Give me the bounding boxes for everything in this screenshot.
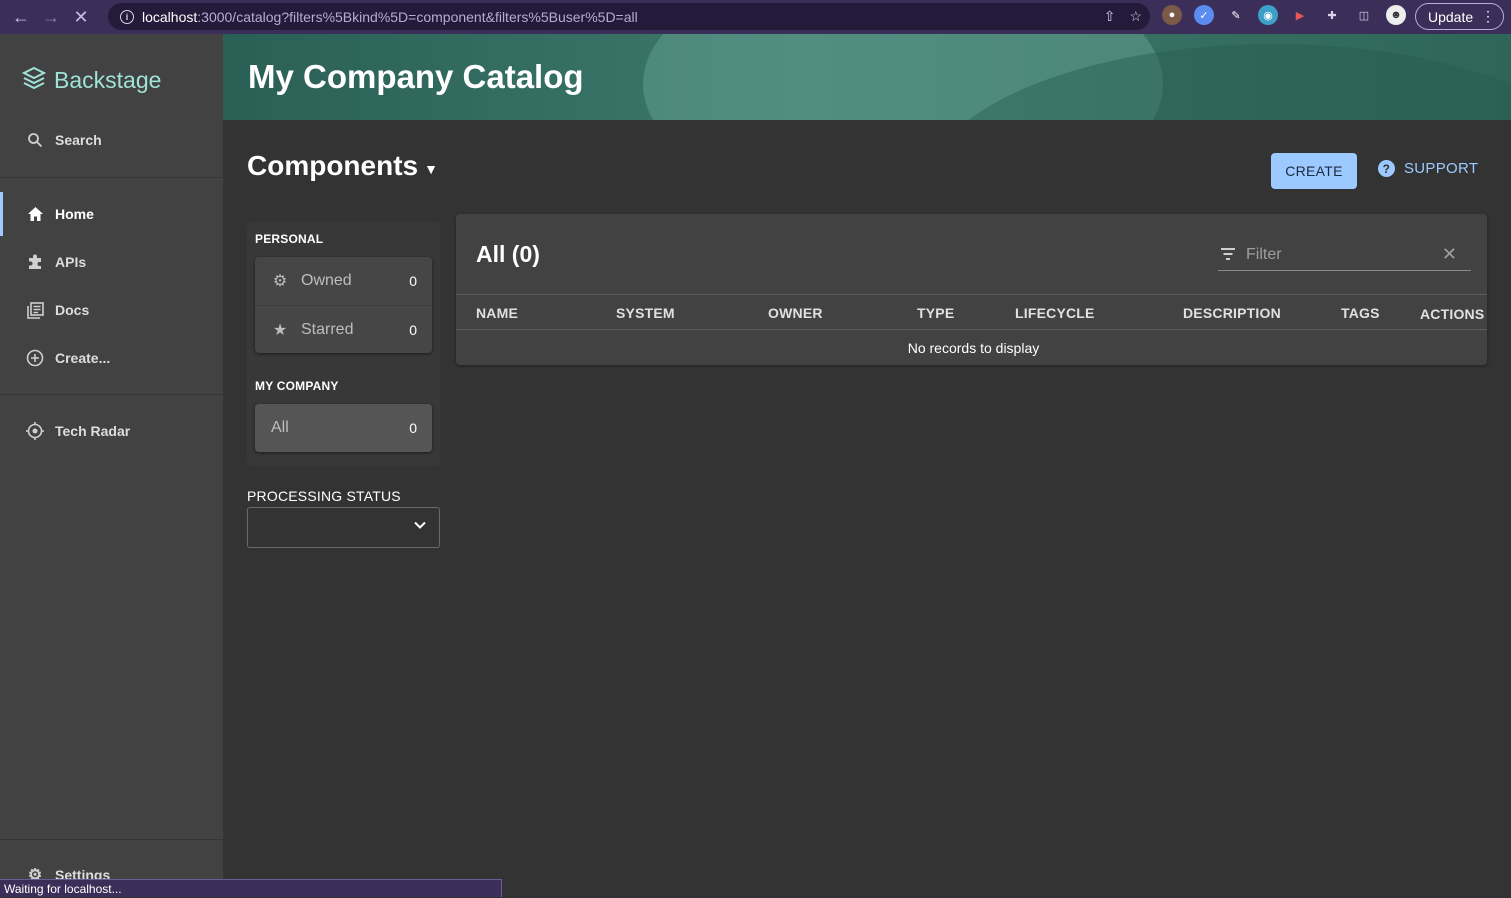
filter-starred[interactable]: ★ Starred 0 (255, 305, 432, 353)
sidebar-search[interactable]: Search (0, 118, 223, 162)
browser-status-bar: Waiting for localhost... (0, 879, 502, 897)
filter-group-personal: PERSONAL (255, 232, 324, 246)
sidebar-item-create[interactable]: Create... (0, 336, 223, 380)
personal-filter-list: ⚙ Owned 0 ★ Starred 0 (255, 257, 432, 353)
filter-starred-count: 0 (409, 321, 417, 338)
star-icon: ★ (272, 321, 288, 339)
filter-all[interactable]: All 0 (255, 404, 432, 452)
sidebar-divider (0, 839, 223, 840)
bookmark-star-icon[interactable]: ☆ (1129, 8, 1142, 25)
share-icon[interactable]: ⇧ (1104, 8, 1116, 25)
extension-icons: ● ✓ ✎ ◉ ▶ ✚ ◫ ☻ (1162, 5, 1406, 25)
logo-text: Backstage (54, 66, 162, 93)
filter-all-label: All (271, 419, 289, 436)
column-header-actions: ACTIONS (1420, 306, 1485, 322)
stop-loading-icon[interactable]: ✕ (66, 2, 96, 32)
create-button[interactable]: CREATE (1271, 153, 1357, 189)
column-header-type[interactable]: TYPE (917, 305, 954, 321)
extension-icon[interactable]: ◉ (1258, 5, 1278, 25)
table-header: NAME SYSTEM OWNER TYPE LIFECYCLE DESCRIP… (456, 294, 1487, 330)
column-header-name[interactable]: NAME (476, 305, 518, 321)
help-icon: ? (1378, 160, 1395, 177)
table-filter-input[interactable] (1246, 243, 1436, 267)
sidebar-item-docs[interactable]: Docs (0, 288, 223, 332)
empty-state-message: No records to display (907, 340, 1040, 356)
table-title: All (0) (476, 241, 540, 267)
search-icon (26, 131, 44, 149)
more-vert-icon[interactable]: ⋮ (1481, 8, 1495, 25)
puzzle-icon[interactable]: ✚ (1322, 5, 1342, 25)
processing-status-select[interactable] (247, 507, 440, 548)
sidebar-item-label: APIs (55, 254, 87, 270)
filter-list-icon (1221, 248, 1235, 260)
column-header-tags[interactable]: TAGS (1341, 305, 1380, 321)
filter-starred-label: Starred (301, 320, 354, 338)
sidebar-item-apis[interactable]: APIs (0, 240, 223, 284)
support-button[interactable]: ? SUPPORT (1378, 160, 1478, 177)
company-filter-list: All 0 (255, 404, 432, 452)
forward-arrow-icon[interactable]: → (36, 2, 66, 32)
filter-owned-label: Owned (301, 272, 352, 289)
page-header: My Company Catalog (223, 34, 1511, 120)
sidebar-item-label: Tech Radar (55, 423, 131, 439)
filter-owned-count: 0 (409, 273, 417, 289)
sidebar-item-label: Docs (55, 302, 90, 318)
profile-avatar[interactable]: ☻ (1386, 5, 1406, 25)
url-path: :3000/catalog?filters%5Bkind%5D=componen… (197, 8, 638, 25)
back-arrow-icon[interactable]: ← (6, 2, 36, 32)
chevron-down-icon (414, 521, 426, 529)
filter-group-company: MY COMPANY (255, 379, 339, 393)
column-header-system[interactable]: SYSTEM (616, 305, 675, 321)
update-label: Update (1428, 8, 1474, 25)
sidepanel-icon[interactable]: ◫ (1354, 5, 1374, 25)
caret-down-icon: ▼ (424, 161, 438, 177)
home-icon (26, 205, 44, 223)
sidebar-item-label: Create... (55, 350, 111, 366)
sidebar: Backstage Search Home APIs Docs Create..… (0, 34, 223, 897)
add-circle-icon (26, 349, 44, 367)
extension-icon[interactable]: ✓ (1194, 5, 1214, 25)
docs-icon (26, 301, 44, 319)
address-bar[interactable]: i localhost:3000/catalog?filters%5Bkind%… (108, 3, 1150, 30)
sidebar-search-label: Search (55, 132, 102, 148)
column-header-owner[interactable]: OWNER (768, 305, 823, 321)
radar-icon (26, 422, 44, 440)
column-header-lifecycle[interactable]: LIFECYCLE (1015, 305, 1095, 321)
backstage-logo-icon (22, 66, 46, 90)
clear-icon[interactable]: ✕ (1442, 244, 1457, 265)
filter-owned[interactable]: ⚙ Owned 0 (255, 257, 432, 305)
backstage-logo[interactable]: Backstage (22, 66, 161, 94)
extension-icon[interactable]: ▶ (1290, 5, 1310, 25)
processing-status-label: PROCESSING STATUS (247, 488, 401, 504)
user-list-picker: PERSONAL ⚙ Owned 0 ★ Starred 0 MY COMPAN… (247, 222, 440, 466)
info-icon[interactable]: i (120, 9, 134, 24)
browser-toolbar: ← → ✕ i localhost:3000/catalog?filters%5… (0, 0, 1511, 34)
catalog-table: All (0) ✕ NAME SYSTEM OWNER TYPE LIFECYC… (456, 214, 1487, 365)
url-host: localhost (142, 8, 198, 25)
sidebar-item-tech-radar[interactable]: Tech Radar (0, 409, 223, 453)
column-header-description[interactable]: DESCRIPTION (1183, 305, 1281, 321)
kind-picker-label: Components (247, 150, 419, 181)
update-button[interactable]: Update ⋮ (1415, 3, 1504, 30)
sidebar-divider (0, 394, 223, 395)
page-title: My Company Catalog (248, 58, 584, 95)
extension-icon[interactable]: ✎ (1226, 5, 1246, 25)
sidebar-divider (0, 177, 223, 178)
extension-icon[interactable]: ● (1162, 5, 1182, 25)
table-filter-field[interactable]: ✕ (1218, 241, 1471, 271)
kind-picker[interactable]: Components ▼ (247, 150, 438, 182)
gear-icon: ⚙ (272, 273, 288, 290)
support-label: SUPPORT (1404, 160, 1479, 177)
puzzle-icon (26, 253, 44, 271)
filter-all-count: 0 (409, 420, 417, 436)
sidebar-item-home[interactable]: Home (0, 192, 223, 236)
sidebar-item-label: Home (55, 206, 94, 222)
